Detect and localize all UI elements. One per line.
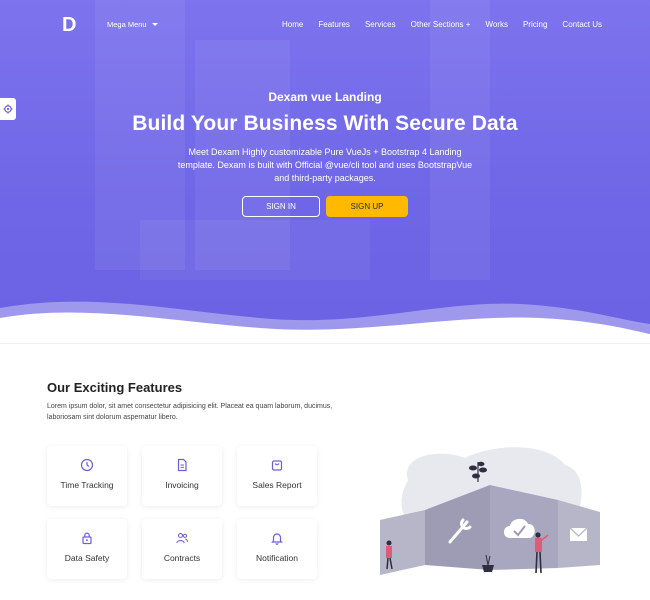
feature-card-sales-report[interactable]: Sales Report — [237, 446, 317, 506]
nav-link-contact[interactable]: Contact Us — [562, 20, 602, 29]
bag-icon — [271, 460, 283, 471]
mega-menu-dropdown[interactable]: Mega Menu — [107, 20, 158, 29]
section-divider — [0, 343, 650, 344]
features-title: Our Exciting Features — [47, 380, 183, 395]
sign-in-button[interactable]: SIGN IN — [242, 196, 320, 217]
feature-label: Contracts — [163, 553, 201, 563]
cloud-security-illustration — [380, 447, 600, 575]
features-description: Lorem ipsum dolor, sit amet consectetur … — [47, 403, 333, 421]
feature-card-time-tracking[interactable]: Time Tracking — [47, 446, 127, 506]
feature-label: Notification — [255, 553, 299, 563]
sign-up-button[interactable]: SIGN UP — [326, 196, 408, 217]
nav-link-other-sections[interactable]: Other Sections + — [411, 20, 471, 29]
hero-subtitle: Dexam vue Landing — [268, 90, 382, 104]
nav-link-home[interactable]: Home — [282, 20, 303, 29]
invoice-icon — [177, 458, 187, 472]
feature-card-contracts[interactable]: Contracts — [142, 519, 222, 579]
feature-label: Invoicing — [165, 480, 199, 490]
lock-icon — [82, 532, 92, 545]
clock-icon — [80, 458, 94, 472]
nav-links: Home Features Services Other Sections + … — [282, 20, 602, 29]
feature-card-invoicing[interactable]: Invoicing — [142, 446, 222, 506]
feature-card-data-safety[interactable]: Data Safety — [47, 519, 127, 579]
logo[interactable]: D — [62, 14, 80, 36]
users-icon — [176, 532, 188, 544]
nav-link-pricing[interactable]: Pricing — [523, 20, 547, 29]
feature-label: Time Tracking — [60, 480, 114, 490]
chevron-down-icon — [151, 23, 158, 26]
navbar: D Mega Menu Home Features Services Other… — [0, 0, 650, 52]
mega-menu-label: Mega Menu — [107, 20, 147, 29]
hero-description: Meet Dexam Highly customizable Pure VueJ… — [177, 147, 473, 183]
feature-card-notification[interactable]: Notification — [237, 519, 317, 579]
hero-title: Build Your Business With Secure Data — [132, 112, 518, 135]
nav-link-works[interactable]: Works — [485, 20, 508, 29]
hero-wave — [0, 301, 650, 345]
hero-section: D Mega Menu Home Features Services Other… — [0, 0, 650, 345]
nav-link-features[interactable]: Features — [318, 20, 350, 29]
nav-link-services[interactable]: Services — [365, 20, 396, 29]
bell-icon — [271, 533, 283, 545]
feature-label: Data Safety — [64, 553, 110, 563]
feature-label: Sales Report — [252, 480, 302, 490]
